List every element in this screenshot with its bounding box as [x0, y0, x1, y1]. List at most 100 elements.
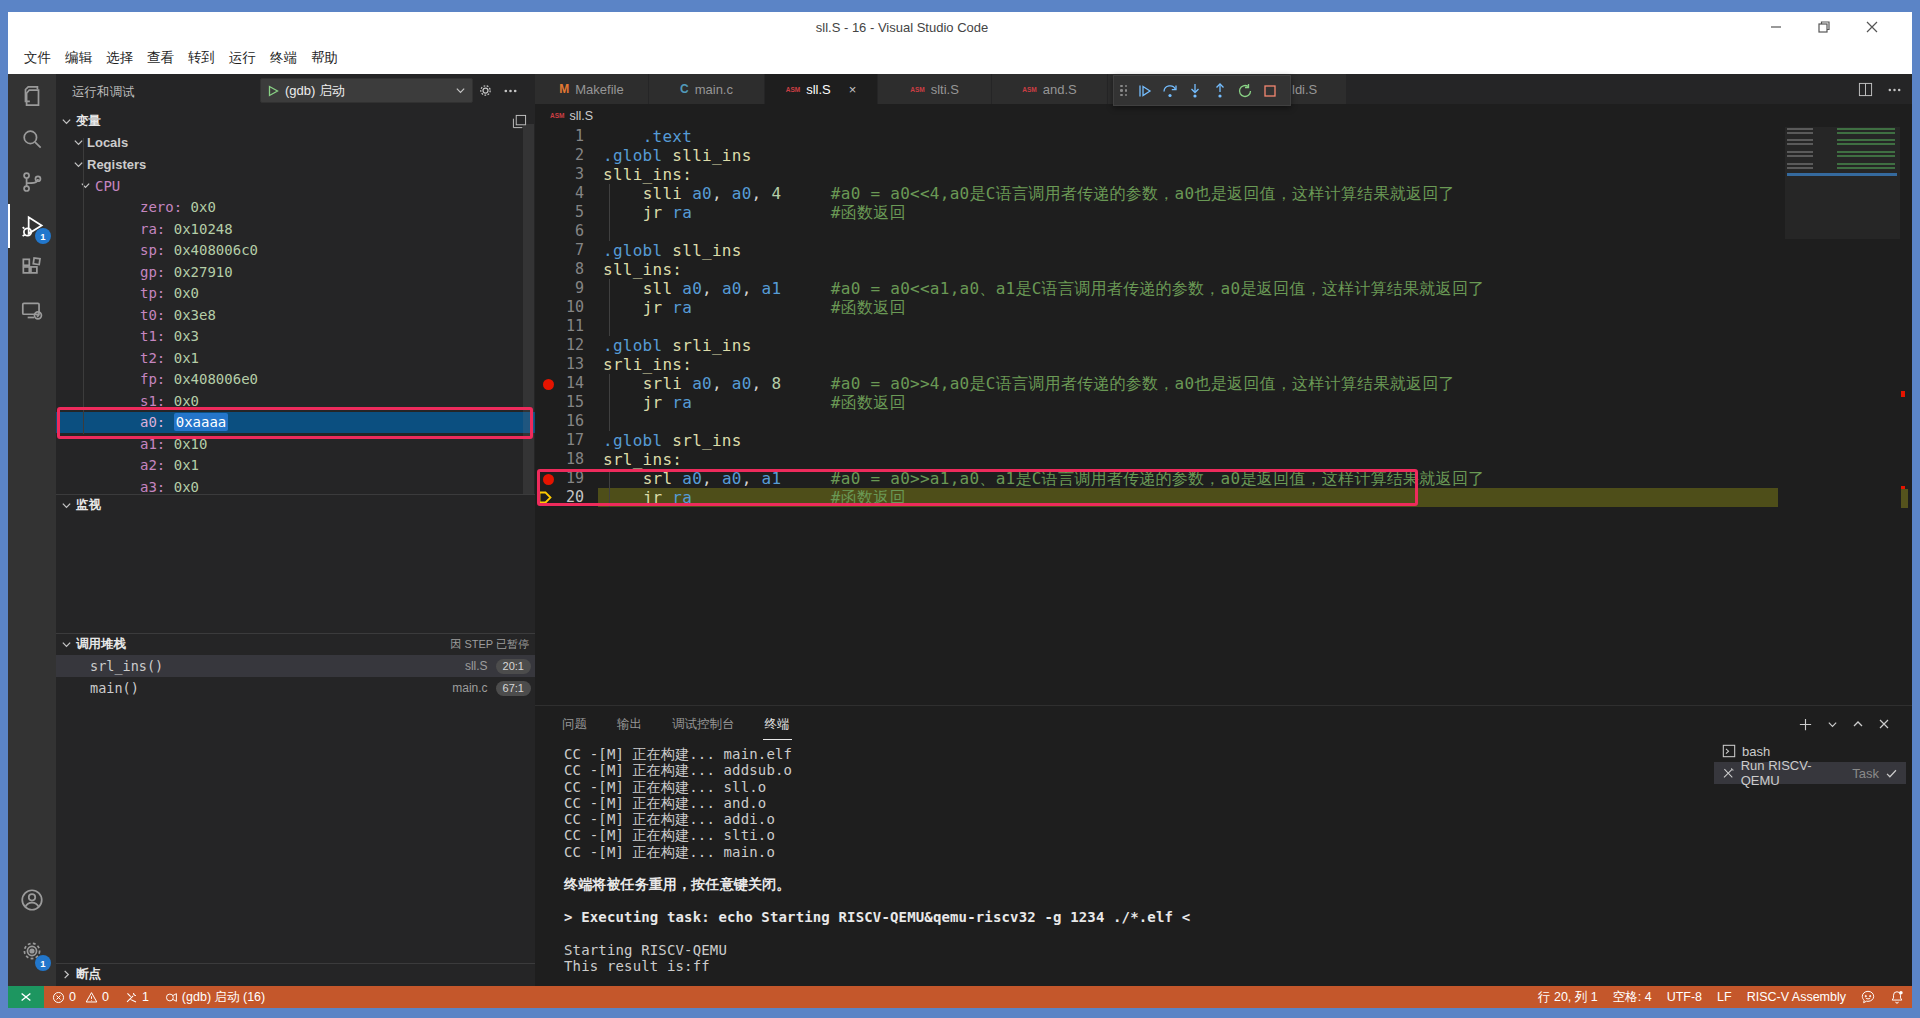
code-line-13[interactable]: 13srli_ins:: [535, 355, 1912, 374]
remote-indicator[interactable]: [8, 986, 44, 1008]
notifications-bell-icon[interactable]: [1890, 990, 1904, 1004]
maximize-panel-icon[interactable]: [1852, 718, 1864, 730]
register-row-gp[interactable]: gp: 0x27910: [56, 261, 535, 283]
source-control-icon[interactable]: [8, 160, 56, 204]
code-line-17[interactable]: 17.globl srl_ins: [535, 431, 1912, 450]
menu-item[interactable]: 选择: [99, 46, 140, 70]
status-item[interactable]: LF: [1717, 990, 1732, 1004]
menu-item[interactable]: 文件: [17, 46, 58, 70]
editor-more-actions-icon[interactable]: [1887, 82, 1902, 97]
panel-tab-调试控制台[interactable]: 调试控制台: [670, 708, 737, 740]
status-item[interactable]: UTF-8: [1667, 990, 1702, 1004]
status-item[interactable]: 行 20, 列 1: [1538, 989, 1598, 1006]
panel-tab-问题[interactable]: 问题: [560, 708, 589, 740]
register-row-tp[interactable]: tp: 0x0: [56, 283, 535, 305]
remote-explorer-icon[interactable]: [8, 289, 56, 333]
tab-sll.S[interactable]: ASMsll.S×: [765, 74, 878, 104]
code-line-6[interactable]: 6: [535, 222, 1912, 241]
menu-item[interactable]: 运行: [222, 46, 263, 70]
register-row-t0[interactable]: t0: 0x3e8: [56, 304, 535, 326]
register-row-fp[interactable]: fp: 0x408006e0: [56, 369, 535, 391]
code-line-1[interactable]: 1 .text: [535, 127, 1912, 146]
launch-config-dropdown[interactable]: (gdb) 启动: [260, 78, 473, 103]
continue-button[interactable]: [1132, 78, 1157, 104]
feedback-icon[interactable]: [1861, 990, 1875, 1004]
minimap[interactable]: [1785, 127, 1900, 257]
toolbar-drag-handle[interactable]: [1120, 85, 1127, 97]
code-line-2[interactable]: 2.globl slli_ins: [535, 146, 1912, 165]
terminal-list-item[interactable]: Run RISCV-QEMUTask: [1714, 762, 1906, 784]
panel-tab-终端[interactable]: 终端: [763, 708, 792, 740]
code-line-4[interactable]: 4 slli a0, a0, 4 #a0 = a0<<4,a0是C语言调用者传递…: [535, 184, 1912, 203]
watch-section-header[interactable]: 监视: [56, 494, 535, 516]
terminal-output[interactable]: CC -[M] 正在构建... main.elfCC -[M] 正在构建... …: [564, 746, 1190, 974]
close-button[interactable]: [1850, 12, 1894, 42]
code-line-3[interactable]: 3slli_ins:: [535, 165, 1912, 184]
panel-tab-输出[interactable]: 输出: [615, 708, 644, 740]
new-terminal-icon[interactable]: [1798, 717, 1813, 732]
restart-button[interactable]: [1232, 78, 1257, 104]
stop-button[interactable]: [1257, 78, 1282, 104]
scope-row[interactable]: Locals: [56, 132, 535, 154]
problems-status[interactable]: 0 0: [52, 990, 109, 1004]
close-tab-icon[interactable]: ×: [849, 82, 857, 97]
register-row-sp[interactable]: sp: 0x408006c0: [56, 240, 535, 262]
tab-and.S[interactable]: ASMand.S: [992, 74, 1108, 104]
code-line-9[interactable]: 9 sll a0, a0, a1 #a0 = a0<<a1,a0、a1是C语言调…: [535, 279, 1912, 298]
code-line-14[interactable]: 14 srli a0, a0, 8 #a0 = a0>>4,a0是C语言调用者传…: [535, 374, 1912, 393]
variables-section-header[interactable]: 变量: [56, 110, 535, 132]
register-row-a3[interactable]: a3: 0x0: [56, 476, 535, 494]
tools-status[interactable]: 1: [125, 990, 149, 1004]
register-row-t2[interactable]: t2: 0x1: [56, 347, 535, 369]
sidebar-scrollbar[interactable]: [523, 124, 534, 494]
code-line-18[interactable]: 18srl_ins:: [535, 450, 1912, 469]
overview-ruler[interactable]: [1900, 127, 1912, 705]
breakpoints-section-header[interactable]: 断点: [56, 963, 535, 985]
code-line-20[interactable]: 20 jr ra #函数返回: [535, 488, 1912, 507]
more-actions-icon[interactable]: [503, 83, 518, 98]
register-row-t1[interactable]: t1: 0x3: [56, 326, 535, 348]
code-line-12[interactable]: 12.globl srli_ins: [535, 336, 1912, 355]
code-line-8[interactable]: 8sll_ins:: [535, 260, 1912, 279]
editor-code-area[interactable]: 1 .text2.globl slli_ins3slli_ins:4 slli …: [535, 127, 1912, 705]
register-row-a0[interactable]: a0: 0xaaaa: [56, 412, 535, 434]
status-item[interactable]: 空格: 4: [1613, 989, 1652, 1006]
maximize-button[interactable]: [1802, 12, 1846, 42]
split-editor-icon[interactable]: [1858, 82, 1873, 97]
code-line-10[interactable]: 10 jr ra #函数返回: [535, 298, 1912, 317]
callstack-frame[interactable]: main()main.c67:1: [56, 677, 535, 699]
close-panel-icon[interactable]: [1878, 718, 1890, 730]
menu-item[interactable]: 终端: [263, 46, 304, 70]
terminal-dropdown-icon[interactable]: [1827, 719, 1838, 730]
register-row-ra[interactable]: ra: 0x10248: [56, 218, 535, 240]
code-line-11[interactable]: 11: [535, 317, 1912, 336]
account-icon[interactable]: [8, 878, 56, 922]
callstack-frame[interactable]: srl_ins()sll.S20:1: [56, 655, 535, 677]
menu-item[interactable]: 帮助: [304, 46, 345, 70]
menu-item[interactable]: 编辑: [58, 46, 99, 70]
breadcrumb[interactable]: ASM sll.S: [535, 104, 1912, 127]
callstack-section-header[interactable]: 调用堆栈 因 STEP 已暂停: [56, 633, 535, 655]
register-row-a2[interactable]: a2: 0x1: [56, 455, 535, 477]
register-row-s1[interactable]: s1: 0x0: [56, 390, 535, 412]
explorer-icon[interactable]: [8, 74, 56, 118]
code-line-7[interactable]: 7.globl sll_ins: [535, 241, 1912, 260]
debug-settings-gear-icon[interactable]: [478, 83, 493, 98]
register-row-zero[interactable]: zero: 0x0: [56, 197, 535, 219]
menu-item[interactable]: 转到: [181, 46, 222, 70]
tab-main.c[interactable]: Cmain.c: [649, 74, 765, 104]
code-line-16[interactable]: 16: [535, 412, 1912, 431]
debug-session-status[interactable]: (gdb) 启动 (16): [165, 989, 265, 1006]
code-line-19[interactable]: 19 srl a0, a0, a1 #a0 = a0>>a1,a0、a1是C语言…: [535, 469, 1912, 488]
register-row-a1[interactable]: a1: 0x10: [56, 433, 535, 455]
status-item[interactable]: RISC-V Assembly: [1747, 990, 1846, 1004]
cpu-scope-row[interactable]: CPU: [56, 175, 535, 197]
extensions-icon[interactable]: [8, 246, 56, 290]
code-line-5[interactable]: 5 jr ra #函数返回: [535, 203, 1912, 222]
search-icon[interactable]: [8, 117, 56, 161]
menu-item[interactable]: 查看: [140, 46, 181, 70]
tab-slti.S[interactable]: ASMslti.S: [878, 74, 992, 104]
tab-Makefile[interactable]: MMakefile: [535, 74, 649, 104]
step-over-button[interactable]: [1157, 78, 1182, 104]
code-line-15[interactable]: 15 jr ra #函数返回: [535, 393, 1912, 412]
